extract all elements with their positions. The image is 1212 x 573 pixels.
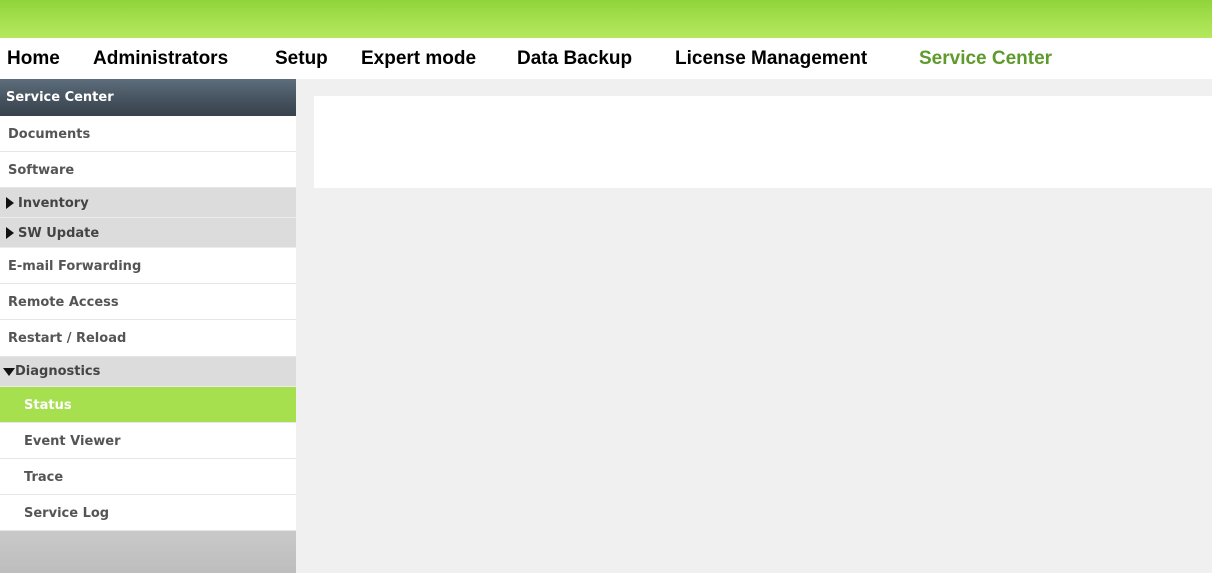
- sidebar-item-label: Trace: [24, 470, 64, 485]
- sidebar-item-label: Service Log: [24, 506, 110, 521]
- sidebar-item-label: Diagnostics: [15, 364, 101, 379]
- nav-data-backup[interactable]: Data Backup: [517, 48, 632, 70]
- content-panel: [314, 96, 1212, 188]
- sidebar-item-label: Event Viewer: [24, 434, 121, 449]
- sidebar-item-remote-access[interactable]: Remote Access: [0, 284, 296, 320]
- sidebar-item-label: Remote Access: [8, 295, 119, 310]
- nav-expert-mode[interactable]: Expert mode: [361, 48, 476, 70]
- expand-arrow-icon: [6, 226, 14, 239]
- sidebar-item-documents[interactable]: Documents: [0, 116, 296, 152]
- sidebar-item-email-forwarding[interactable]: E-mail Forwarding: [0, 248, 296, 284]
- sidebar-item-software[interactable]: Software: [0, 152, 296, 188]
- expand-arrow-icon: [6, 196, 14, 209]
- sidebar-group-diagnostics[interactable]: Diagnostics: [0, 357, 296, 387]
- sidebar-item-trace[interactable]: Trace: [0, 459, 296, 495]
- nav-setup[interactable]: Setup: [275, 48, 328, 70]
- sidebar-item-service-log[interactable]: Service Log: [0, 495, 296, 531]
- sidebar-item-label: SW Update: [18, 226, 100, 241]
- sidebar-item-restart-reload[interactable]: Restart / Reload: [0, 320, 296, 357]
- top-banner: [0, 0, 1212, 38]
- sidebar-item-event-viewer[interactable]: Event Viewer: [0, 423, 296, 459]
- sidebar-item-status[interactable]: Status: [0, 387, 296, 423]
- nav-license-management[interactable]: License Management: [675, 48, 867, 70]
- nav-home[interactable]: Home: [7, 48, 60, 70]
- sidebar-item-label: Inventory: [18, 196, 89, 211]
- nav-service-center[interactable]: Service Center: [919, 48, 1052, 70]
- sidebar-item-label: Status: [24, 398, 72, 413]
- sidebar-group-sw-update[interactable]: SW Update: [0, 218, 296, 248]
- sidebar-header: Service Center: [0, 79, 296, 116]
- sidebar-item-label: E-mail Forwarding: [8, 259, 142, 274]
- sidebar-footer: [0, 531, 296, 573]
- sidebar-item-label: Software: [8, 163, 75, 178]
- nav-administrators[interactable]: Administrators: [93, 48, 228, 70]
- main-navigation: Home Administrators Setup Expert mode Da…: [0, 38, 1212, 78]
- sidebar-item-label: Restart / Reload: [8, 331, 127, 346]
- sidebar-item-label: Documents: [8, 127, 91, 142]
- sidebar-group-inventory[interactable]: Inventory: [0, 188, 296, 218]
- collapse-arrow-icon: [3, 367, 15, 376]
